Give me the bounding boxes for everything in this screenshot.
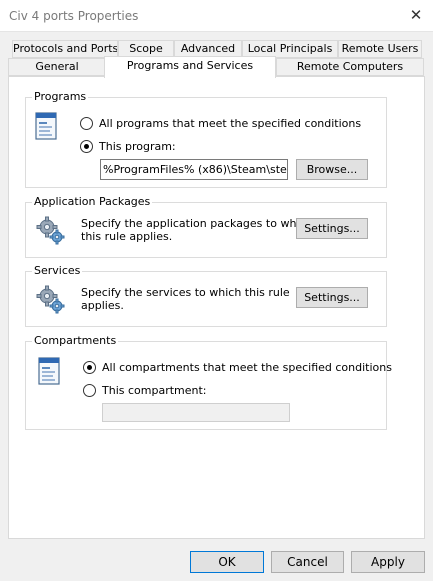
tab-remote-users[interactable]: Remote Users (338, 40, 422, 58)
window-title: Civ 4 ports Properties (9, 9, 139, 23)
tab-panel: Programs All programs that meet the spec… (8, 76, 425, 539)
all-compartments-radio[interactable]: All compartments that meet the specified… (83, 359, 392, 375)
tab-general[interactable]: General (8, 58, 106, 76)
tab-protocols-and-ports[interactable]: Protocols and Ports (12, 40, 118, 58)
program-window-icon (35, 112, 57, 140)
title-bar: Civ 4 ports Properties ✕ (0, 0, 433, 32)
ok-button[interactable]: OK (190, 551, 264, 573)
apply-button[interactable]: Apply (351, 551, 425, 573)
cancel-button[interactable]: Cancel (271, 551, 344, 573)
tab-remote-computers[interactable]: Remote Computers (276, 58, 424, 76)
this-compartment-radio[interactable]: This compartment: (83, 382, 207, 398)
services-group: Services Specify the services to which t… (25, 264, 387, 327)
all-compartments-label: All compartments that meet the specified… (102, 360, 392, 374)
all-programs-radio-button[interactable] (80, 116, 93, 130)
this-program-radio[interactable]: This program: (80, 138, 176, 154)
application-packages-settings-button[interactable]: Settings... (296, 218, 368, 239)
program-path-field[interactable]: %ProgramFiles% (x86)\Steam\steamap (100, 159, 288, 180)
this-program-radio-button[interactable] (80, 139, 93, 153)
program-window-icon (38, 357, 60, 385)
application-packages-group: Application Packages Specify the applica… (25, 195, 387, 258)
gears-icon (36, 285, 65, 314)
this-program-label: This program: (99, 139, 176, 153)
all-compartments-radio-button[interactable] (83, 360, 96, 374)
browse-button[interactable]: Browse... (296, 159, 368, 180)
all-programs-radio[interactable]: All programs that meet the specified con… (80, 115, 361, 131)
all-programs-label: All programs that meet the specified con… (99, 116, 362, 130)
compartments-group-label: Compartments (32, 334, 119, 348)
compartment-field[interactable] (102, 403, 290, 422)
dialog-footer: OK Cancel Apply (0, 539, 433, 581)
gears-icon (36, 216, 65, 245)
application-packages-description: Specify the application packages to whic… (81, 217, 313, 243)
services-description: Specify the services to which this rule … (81, 286, 290, 312)
tab-programs-and-services[interactable]: Programs and Services (104, 56, 276, 78)
this-compartment-radio-button[interactable] (83, 383, 96, 397)
programs-group-label: Programs (32, 90, 89, 104)
application-packages-group-label: Application Packages (32, 195, 153, 209)
services-settings-button[interactable]: Settings... (296, 287, 368, 308)
compartments-group: Compartments All compartments that meet … (25, 334, 392, 430)
services-group-label: Services (32, 264, 83, 278)
programs-group: Programs All programs that meet the spec… (25, 90, 387, 188)
this-compartment-label: This compartment: (102, 383, 207, 397)
close-icon[interactable]: ✕ (402, 3, 430, 27)
